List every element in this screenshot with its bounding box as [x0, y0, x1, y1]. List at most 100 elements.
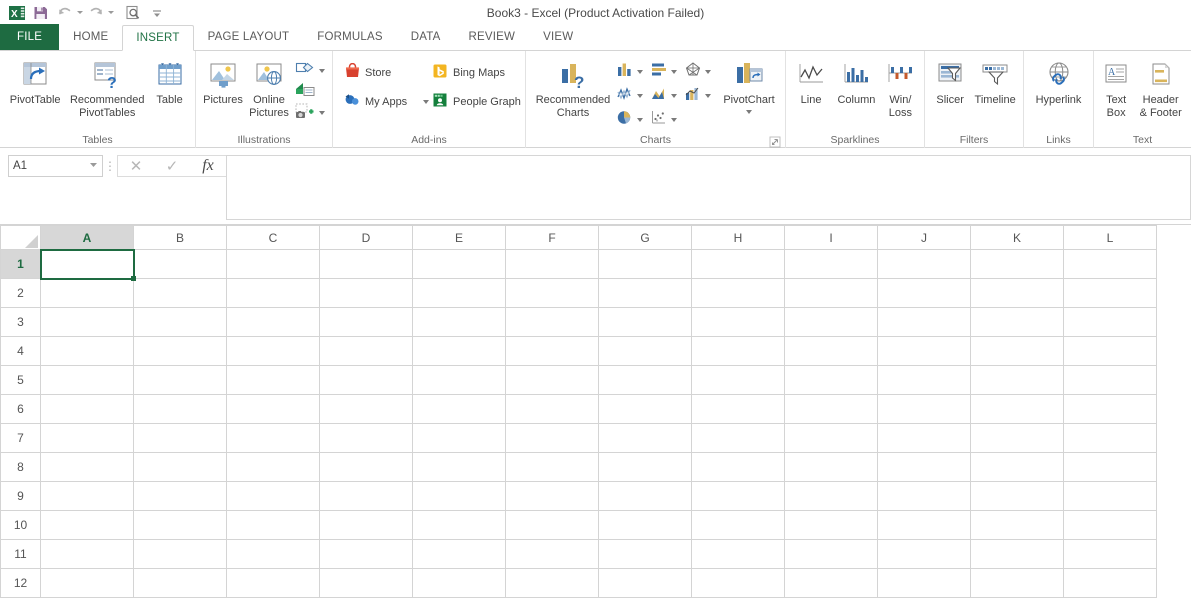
cell-F9[interactable]	[505, 481, 599, 511]
cell-G11[interactable]	[598, 539, 692, 569]
cell-D3[interactable]	[319, 307, 413, 337]
cell-G3[interactable]	[598, 307, 692, 337]
cell-E4[interactable]	[412, 336, 506, 366]
cell-I12[interactable]	[784, 568, 878, 598]
cell-K8[interactable]	[970, 452, 1064, 482]
cell-B7[interactable]	[133, 423, 227, 453]
column-header-e[interactable]: E	[412, 225, 506, 250]
cell-F7[interactable]	[505, 423, 599, 453]
cell-E9[interactable]	[412, 481, 506, 511]
column-header-i[interactable]: I	[784, 225, 878, 250]
row-header-1[interactable]: 1	[0, 249, 41, 279]
cell-F1[interactable]	[505, 249, 599, 279]
sparkline-line-button[interactable]: Line	[790, 54, 832, 107]
insert-waterfall-chart-button[interactable]	[684, 61, 718, 83]
cell-J2[interactable]	[877, 278, 971, 308]
slicer-button[interactable]: Slicer	[929, 54, 971, 107]
cell-H11[interactable]	[691, 539, 785, 569]
cell-G1[interactable]	[598, 249, 692, 279]
header-footer-button[interactable]: Header & Footer	[1134, 54, 1187, 119]
smartart-button[interactable]	[292, 81, 328, 102]
cell-B6[interactable]	[133, 394, 227, 424]
cell-I3[interactable]	[784, 307, 878, 337]
column-header-h[interactable]: H	[691, 225, 785, 250]
cell-C5[interactable]	[226, 365, 320, 395]
cell-L9[interactable]	[1063, 481, 1157, 511]
tab-page-layout[interactable]: PAGE LAYOUT	[194, 24, 304, 50]
redo-dropdown-icon[interactable]	[108, 11, 114, 14]
insert-scatter-chart-dropdown-icon[interactable]	[671, 118, 677, 122]
timeline-button[interactable]: Timeline	[971, 54, 1019, 107]
column-header-j[interactable]: J	[877, 225, 971, 250]
cell-C1[interactable]	[226, 249, 320, 279]
cell-H12[interactable]	[691, 568, 785, 598]
cell-C12[interactable]	[226, 568, 320, 598]
insert-pie-chart-dropdown-icon[interactable]	[637, 118, 643, 122]
cell-F4[interactable]	[505, 336, 599, 366]
cell-B9[interactable]	[133, 481, 227, 511]
cell-L4[interactable]	[1063, 336, 1157, 366]
cell-K9[interactable]	[970, 481, 1064, 511]
cell-C9[interactable]	[226, 481, 320, 511]
cell-F8[interactable]	[505, 452, 599, 482]
undo-dropdown-icon[interactable]	[77, 11, 83, 14]
cell-K4[interactable]	[970, 336, 1064, 366]
insert-column-chart-dropdown-icon[interactable]	[637, 70, 643, 74]
cell-E6[interactable]	[412, 394, 506, 424]
cell-D12[interactable]	[319, 568, 413, 598]
worksheet-grid[interactable]: A B C D E F G H I J K L 1 2 3 4 5 6 7 8 9 10 11 12	[0, 225, 1191, 602]
insert-scatter-chart-button[interactable]	[650, 109, 684, 131]
cell-A1[interactable]	[40, 249, 134, 279]
insert-hierarchy-chart-button[interactable]	[650, 61, 684, 83]
store-button[interactable]: Store	[341, 62, 429, 83]
cell-C6[interactable]	[226, 394, 320, 424]
charts-dialog-launcher[interactable]	[769, 135, 781, 148]
screenshot-button[interactable]	[292, 102, 328, 123]
cell-J3[interactable]	[877, 307, 971, 337]
tab-file[interactable]: FILE	[0, 24, 60, 50]
cell-A3[interactable]	[40, 307, 134, 337]
cell-K5[interactable]	[970, 365, 1064, 395]
cell-A12[interactable]	[40, 568, 134, 598]
cell-K10[interactable]	[970, 510, 1064, 540]
column-header-k[interactable]: K	[970, 225, 1064, 250]
row-header-6[interactable]: 6	[0, 394, 41, 424]
cell-H3[interactable]	[691, 307, 785, 337]
cell-J8[interactable]	[877, 452, 971, 482]
insert-combo-chart-button[interactable]	[684, 85, 718, 107]
cell-B2[interactable]	[133, 278, 227, 308]
cell-B1[interactable]	[133, 249, 227, 279]
insert-column-chart-button[interactable]	[616, 61, 650, 83]
cell-G7[interactable]	[598, 423, 692, 453]
cell-J9[interactable]	[877, 481, 971, 511]
cell-F11[interactable]	[505, 539, 599, 569]
table-button[interactable]: Table	[148, 54, 191, 107]
text-box-button[interactable]: A Text Box	[1098, 54, 1134, 119]
tab-review[interactable]: REVIEW	[455, 24, 530, 50]
cell-K1[interactable]	[970, 249, 1064, 279]
insert-waterfall-chart-dropdown-icon[interactable]	[705, 70, 711, 74]
cell-G5[interactable]	[598, 365, 692, 395]
cell-D10[interactable]	[319, 510, 413, 540]
cell-A4[interactable]	[40, 336, 134, 366]
column-header-g[interactable]: G	[598, 225, 692, 250]
cell-D5[interactable]	[319, 365, 413, 395]
cell-F5[interactable]	[505, 365, 599, 395]
column-header-b[interactable]: B	[133, 225, 227, 250]
online-pictures-button[interactable]: Online Pictures	[246, 54, 292, 119]
cell-B12[interactable]	[133, 568, 227, 598]
cell-G12[interactable]	[598, 568, 692, 598]
hyperlink-button[interactable]: Hyperlink	[1028, 54, 1089, 107]
cell-K7[interactable]	[970, 423, 1064, 453]
cell-I10[interactable]	[784, 510, 878, 540]
cell-E8[interactable]	[412, 452, 506, 482]
cell-I5[interactable]	[784, 365, 878, 395]
cell-L3[interactable]	[1063, 307, 1157, 337]
select-all-button[interactable]	[0, 225, 41, 250]
column-header-a[interactable]: A	[40, 225, 134, 250]
undo-icon[interactable]	[54, 3, 76, 23]
cell-K11[interactable]	[970, 539, 1064, 569]
cell-H4[interactable]	[691, 336, 785, 366]
cancel-formula-button[interactable]: ✕	[118, 156, 154, 176]
sparkline-win-loss-button[interactable]: Win/ Loss	[881, 54, 920, 119]
